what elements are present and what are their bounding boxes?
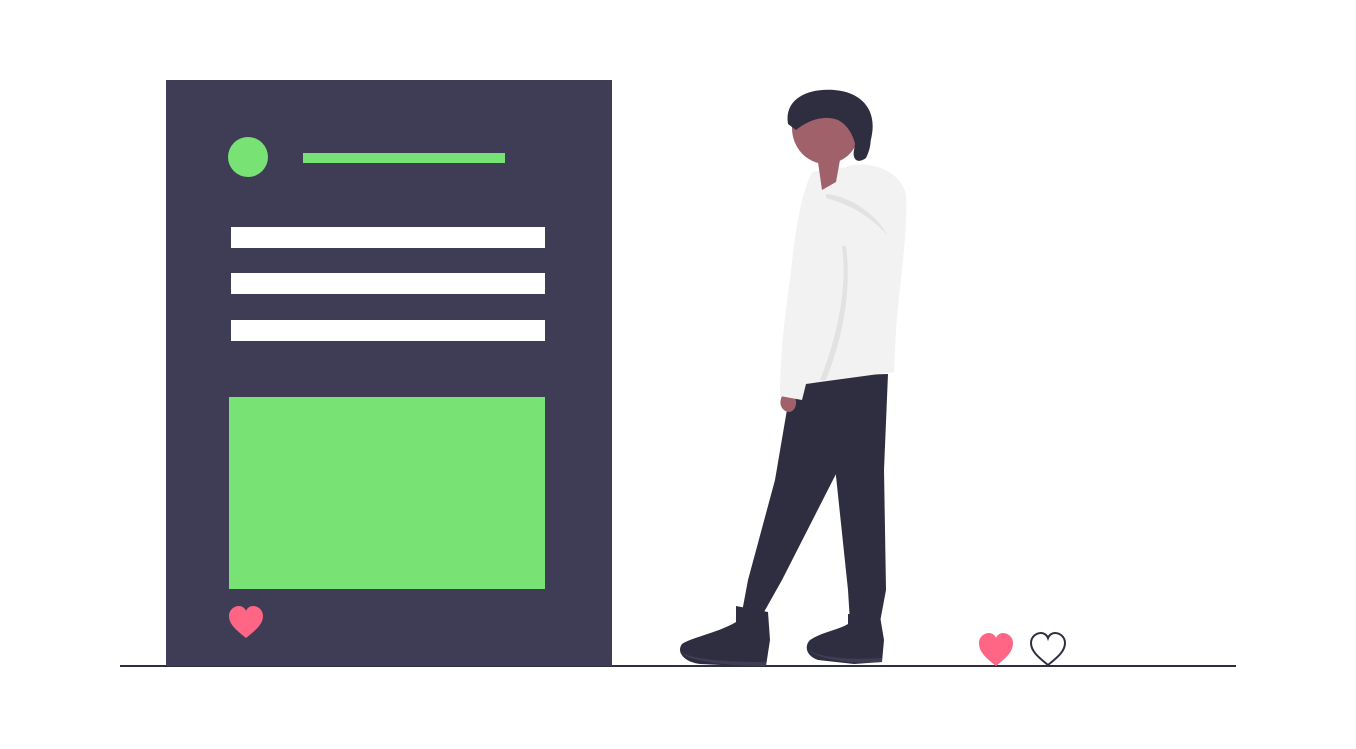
text-line-3 [231, 320, 545, 341]
text-line-2 [231, 273, 545, 294]
heart-filled-icon[interactable] [979, 633, 1013, 666]
scene-svg [120, 80, 1236, 667]
post-card [166, 80, 612, 666]
person [680, 89, 907, 666]
username-bar [303, 153, 505, 163]
front-leg [820, 374, 888, 622]
heart-outline-icon[interactable] [1029, 631, 1067, 667]
illustration-scene [0, 0, 1356, 749]
avatar [228, 137, 268, 177]
back-leg [742, 380, 840, 612]
text-line-1 [231, 227, 545, 248]
front-shoe [806, 614, 884, 664]
post-image [229, 397, 545, 589]
